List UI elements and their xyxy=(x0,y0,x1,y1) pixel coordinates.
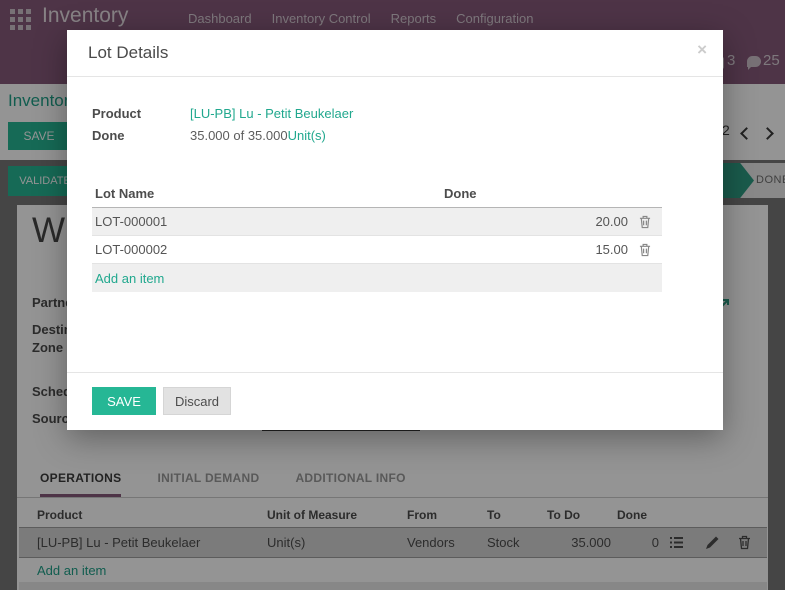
screen: Inventory Dashboard Inventory Control Re… xyxy=(0,0,785,590)
modal-product-label: Product xyxy=(92,106,142,121)
modal-done-label: Done xyxy=(92,128,125,143)
modal-done-value: 35.000 of 35.000Unit(s) xyxy=(190,128,326,143)
modal-save-button[interactable]: SAVE xyxy=(92,387,156,415)
lot-row[interactable]: LOT-000001 20.00 xyxy=(92,208,662,236)
lot-details-modal: Lot Details × Product [LU-PB] Lu - Petit… xyxy=(67,30,723,430)
lot-name-cell[interactable]: LOT-000002 xyxy=(92,242,538,257)
done-quantity: 35.000 of 35.000 xyxy=(190,128,288,143)
lot-add-an-item-link[interactable]: Add an item xyxy=(92,271,164,286)
lot-done-column-header: Done xyxy=(444,186,477,201)
modal-title: Lot Details xyxy=(88,43,169,62)
modal-product-link[interactable]: [LU-PB] Lu - Petit Beukelaer xyxy=(190,106,353,121)
modal-header: Lot Details × xyxy=(67,30,723,77)
lot-done-cell[interactable]: 20.00 xyxy=(538,214,628,229)
lot-done-cell[interactable]: 15.00 xyxy=(538,242,628,257)
lot-add-row: Add an item xyxy=(92,264,662,292)
lot-row[interactable]: LOT-000002 15.00 xyxy=(92,236,662,264)
close-icon[interactable]: × xyxy=(697,40,707,60)
lot-delete-trash-icon[interactable] xyxy=(628,215,662,229)
done-unit-link[interactable]: Unit(s) xyxy=(288,128,326,143)
modal-footer: SAVE Discard xyxy=(67,372,723,430)
lot-delete-trash-icon[interactable] xyxy=(628,243,662,257)
lot-table-header: Lot Name Done xyxy=(92,180,662,208)
lot-table: Lot Name Done LOT-000001 20.00 LOT-00000… xyxy=(92,180,662,292)
modal-discard-button[interactable]: Discard xyxy=(163,387,231,415)
lot-name-cell[interactable]: LOT-000001 xyxy=(92,214,538,229)
lot-name-column-header: Lot Name xyxy=(95,186,155,201)
